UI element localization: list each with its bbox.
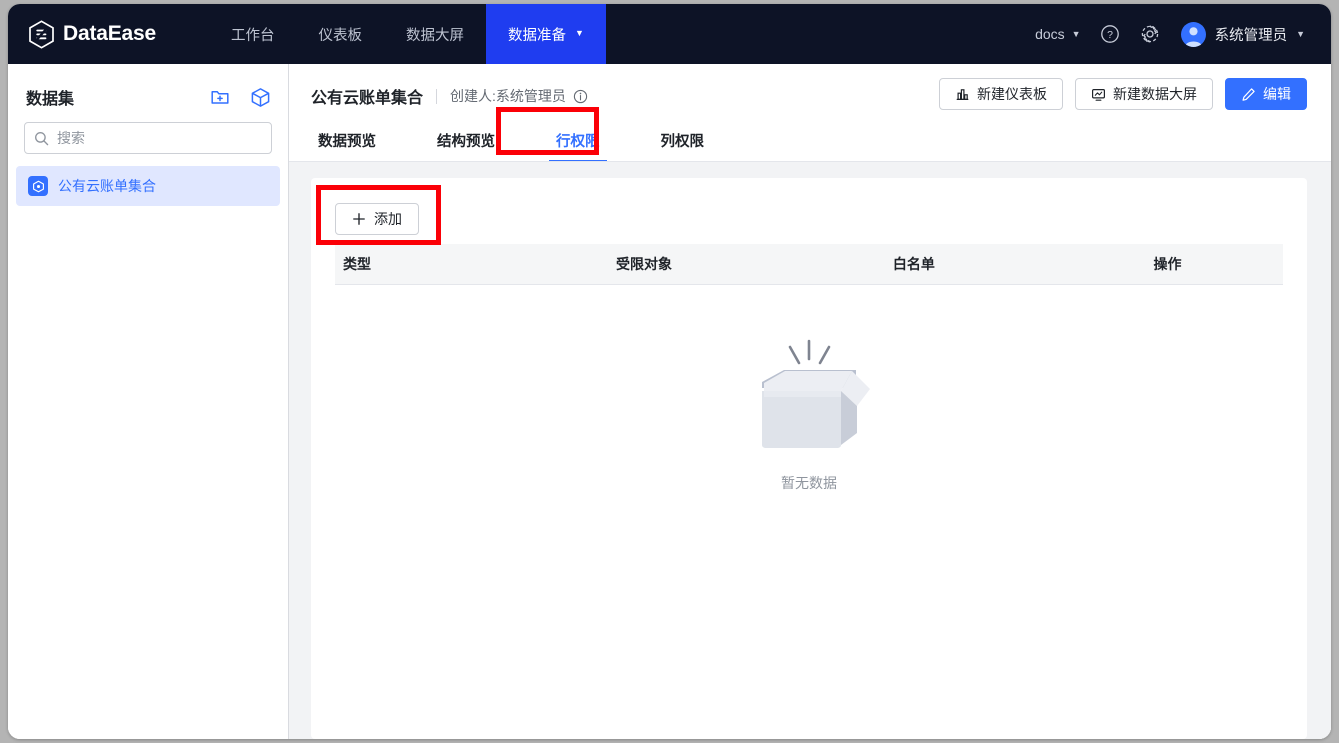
app-window: DataEase 工作台 仪表板 数据大屏 数据准备 ▼ docs ▼ ? 系统… xyxy=(8,4,1331,739)
creator-label: 创建人:系统管理员 xyxy=(450,88,566,104)
nav-item-data-preparation[interactable]: 数据准备 ▼ xyxy=(485,4,606,64)
tab-bar: 数据预览 结构预览 行权限 列权限 xyxy=(289,124,1331,162)
table-header: 类型 受限对象 白名单 操作 xyxy=(335,244,1283,285)
add-button[interactable]: 添加 xyxy=(335,203,419,235)
dataset-list: 公有云账单集合 xyxy=(8,166,288,206)
column-header-action: 操作 xyxy=(1145,244,1283,285)
page-title: 公有云账单集合 xyxy=(311,90,424,107)
nav-item-label: 工作台 xyxy=(230,27,275,44)
new-dashboard-label: 新建仪表板 xyxy=(977,86,1047,102)
user-menu[interactable]: 系统管理员 ▼ xyxy=(1180,21,1305,47)
title-divider xyxy=(436,88,438,104)
column-header-whitelist: 白名单 xyxy=(884,244,1146,285)
tab-label: 结构预览 xyxy=(437,134,495,150)
screen-icon xyxy=(1092,88,1106,101)
svg-text:?: ? xyxy=(1107,29,1113,41)
tab-label: 行权限 xyxy=(556,134,600,150)
app-logo[interactable]: DataEase xyxy=(28,19,156,49)
sidebar-title: 数据集 xyxy=(26,91,75,108)
user-avatar-icon xyxy=(1184,26,1202,47)
chevron-down-icon: ▼ xyxy=(574,28,584,38)
header-action-buttons: 新建仪表板 新建数据大屏 编辑 xyxy=(939,78,1307,110)
docs-menu-label: docs xyxy=(1035,26,1065,42)
tab-label: 数据预览 xyxy=(318,134,376,150)
tab-row-permission[interactable]: 行权限 xyxy=(549,130,607,162)
empty-box-illustration xyxy=(762,339,870,448)
gear-icon xyxy=(1141,25,1158,43)
settings-button[interactable] xyxy=(1139,23,1161,45)
sidebar-item-public-cloud-bill[interactable]: 公有云账单集合 xyxy=(16,166,280,206)
new-data-screen-label: 新建数据大屏 xyxy=(1113,86,1197,102)
chevron-down-icon: ▼ xyxy=(1071,29,1081,39)
panel-toolbar: 添加 xyxy=(335,194,1283,244)
sidebar-header: 数据集 xyxy=(8,64,288,112)
nav-item-dashboard[interactable]: 仪表板 xyxy=(296,4,384,64)
edit-button[interactable]: 编辑 xyxy=(1225,78,1307,110)
pencil-icon xyxy=(1242,87,1255,101)
plus-icon xyxy=(353,213,365,225)
edit-label: 编辑 xyxy=(1263,86,1291,102)
dataset-cube-icon xyxy=(28,176,48,196)
tab-structure-preview[interactable]: 结构预览 xyxy=(430,130,502,162)
search-icon xyxy=(35,131,49,145)
bar-chart-icon xyxy=(956,88,969,100)
folder-plus-icon[interactable] xyxy=(210,87,230,107)
sidebar-header-actions xyxy=(210,87,271,108)
nav-item-data-screen[interactable]: 数据大屏 xyxy=(384,4,486,64)
dataease-hexagon-logo-icon xyxy=(29,19,54,49)
column-header-restricted-object: 受限对象 xyxy=(608,244,885,285)
row-permission-panel: 添加 类型 受限对象 白名单 操作 暂无数据 xyxy=(311,178,1307,739)
empty-state: 暂无数据 xyxy=(335,337,1283,493)
nav-item-label: 数据大屏 xyxy=(405,27,464,44)
cube-icon[interactable] xyxy=(250,87,271,108)
main-nav: 工作台 仪表板 数据大屏 数据准备 ▼ xyxy=(209,4,606,64)
tab-label: 列权限 xyxy=(660,134,705,150)
nav-item-label: 仪表板 xyxy=(318,27,362,44)
info-circle-icon[interactable] xyxy=(573,89,588,104)
tab-bar-divider xyxy=(289,161,1331,162)
user-name: 系统管理员 xyxy=(1214,27,1288,44)
main-header: 公有云账单集合 创建人:系统管理员 新建仪表板 新建数据大屏 编辑 数据预览 结… xyxy=(289,64,1331,162)
nav-item-workbench[interactable]: 工作台 xyxy=(209,4,297,64)
question-circle-icon: ? xyxy=(1100,25,1119,43)
search-input[interactable]: 搜索 xyxy=(24,122,272,154)
dataset-sidebar: 数据集 搜索 公有云账单集合 xyxy=(8,64,289,739)
docs-menu[interactable]: docs ▼ xyxy=(1035,26,1081,42)
table-header-row: 类型 受限对象 白名单 操作 xyxy=(335,244,1283,285)
top-navigation-bar: DataEase 工作台 仪表板 数据大屏 数据准备 ▼ docs ▼ ? 系统… xyxy=(8,4,1331,64)
chevron-down-icon: ▼ xyxy=(1296,29,1305,39)
add-button-label: 添加 xyxy=(374,211,402,227)
app-logo-text: DataEase xyxy=(63,22,156,45)
new-data-screen-button[interactable]: 新建数据大屏 xyxy=(1075,78,1213,110)
search-placeholder: 搜索 xyxy=(57,130,85,146)
column-header-type: 类型 xyxy=(335,244,609,285)
empty-state-label: 暂无数据 xyxy=(781,474,837,491)
tab-data-preview[interactable]: 数据预览 xyxy=(311,130,383,162)
app-body: 数据集 搜索 公有云账单集合 公有云账单集合 创建人:系统管理员 新建仪表板 新… xyxy=(8,64,1331,739)
main-content: 公有云账单集合 创建人:系统管理员 新建仪表板 新建数据大屏 编辑 数据预览 结… xyxy=(289,64,1331,739)
tab-column-permission[interactable]: 列权限 xyxy=(654,130,712,162)
permission-table: 类型 受限对象 白名单 操作 xyxy=(335,244,1283,285)
help-button[interactable]: ? xyxy=(1099,23,1121,45)
content-zone: 添加 类型 受限对象 白名单 操作 暂无数据 xyxy=(289,162,1331,739)
avatar xyxy=(1180,21,1206,47)
browser-frame: DataEase 工作台 仪表板 数据大屏 数据准备 ▼ docs ▼ ? 系统… xyxy=(0,0,1339,743)
nav-item-label: 数据准备 xyxy=(507,27,566,44)
new-dashboard-button[interactable]: 新建仪表板 xyxy=(939,78,1063,110)
top-bar-right-actions: docs ▼ ? 系统管理员 ▼ xyxy=(1035,21,1305,47)
sidebar-item-label: 公有云账单集合 xyxy=(58,178,156,194)
